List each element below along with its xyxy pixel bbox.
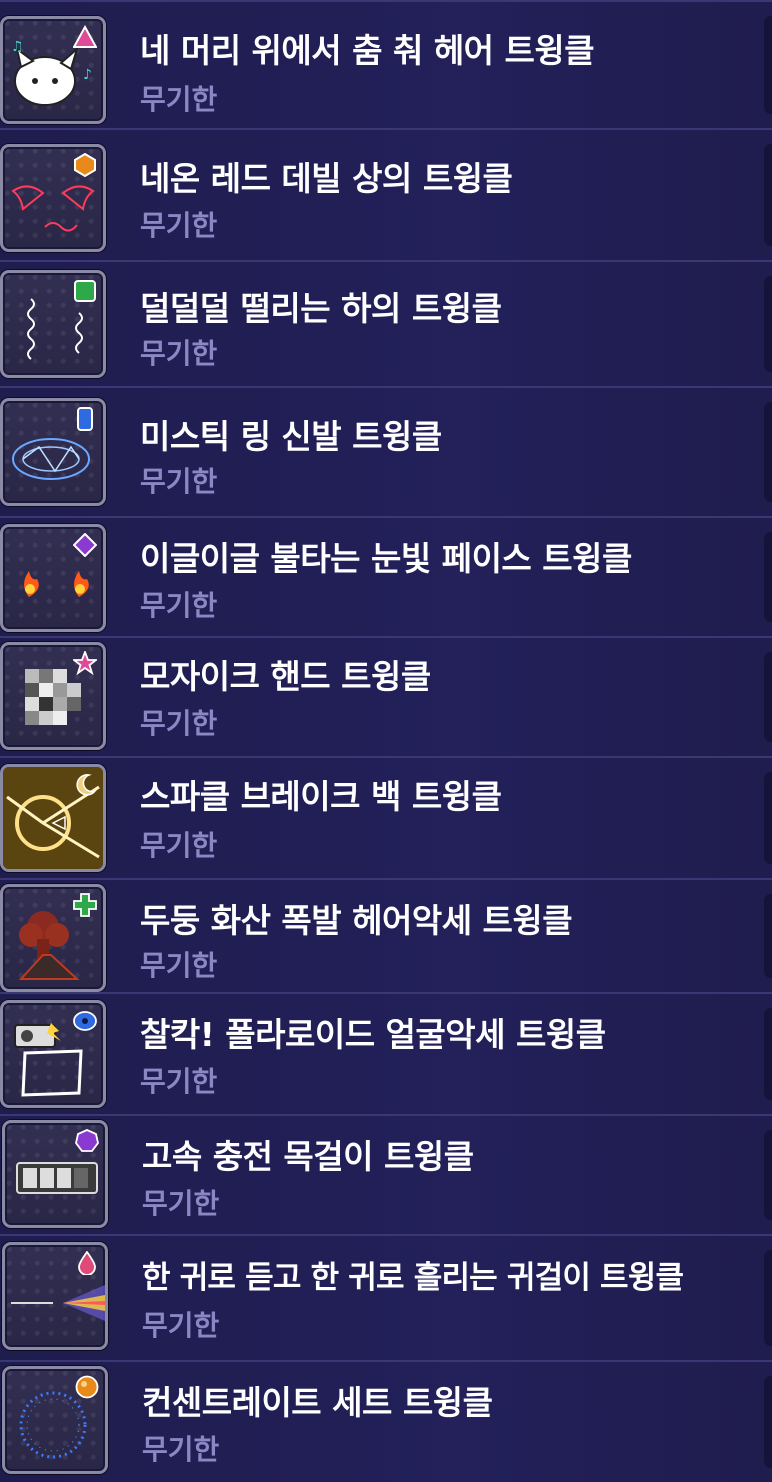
- rect-gem-icon: [77, 407, 93, 431]
- item-period: 무기한: [140, 829, 218, 862]
- list-item[interactable]: 미스틱 링 신발 트윙클 무기한: [0, 386, 772, 516]
- list-item[interactable]: 컨센트레이트 세트 트윙클 무기한: [0, 1360, 772, 1482]
- item-icon-frame: [0, 144, 106, 252]
- item-icon-frame: [0, 1000, 106, 1108]
- item-period: 무기한: [140, 707, 218, 740]
- item-icon-frame: [2, 1120, 108, 1228]
- drop-gem-icon: [78, 1251, 96, 1275]
- item-title: 네온 레드 데빌 상의 트윙클: [140, 159, 513, 198]
- list-item[interactable]: 한 귀로 듣고 한 귀로 흘리는 귀걸이 트윙클 무기한: [0, 1234, 772, 1360]
- list-item[interactable]: ♫ ♪ 네 머리 위에서 춤 춰 헤어 트윙클 무기한: [0, 0, 772, 128]
- item-period: 무기한: [140, 83, 218, 116]
- item-title: 컨센트레이트 세트 트윙클: [142, 1383, 493, 1422]
- list-item[interactable]: 덜덜덜 떨리는 하의 트윙클 무기한: [0, 260, 772, 386]
- item-title: 스파클 브레이크 백 트윙클: [140, 777, 502, 816]
- item-period: 무기한: [142, 1187, 220, 1220]
- list-item[interactable]: 모자이크 핸드 트윙클 무기한: [0, 636, 772, 756]
- item-icon-frame: [0, 884, 106, 992]
- svg-text:♪: ♪: [83, 67, 92, 83]
- item-title: 한 귀로 듣고 한 귀로 흘리는 귀걸이 트윙클: [142, 1260, 684, 1296]
- item-period: 무기한: [140, 1065, 218, 1098]
- list-item[interactable]: 찰칵! 폴라로이드 얼굴악세 트윙클 무기한: [0, 992, 772, 1114]
- item-period: 무기한: [140, 589, 218, 622]
- cross-gem-icon: [73, 893, 97, 917]
- item-title: 덜덜덜 떨리는 하의 트윙클: [140, 289, 502, 328]
- heptagon-gem-icon: [75, 1129, 99, 1152]
- item-period: 무기한: [142, 1433, 220, 1466]
- list-item[interactable]: 스파클 브레이크 백 트윙클 무기한: [0, 756, 772, 878]
- item-icon-frame: ♫ ♪: [0, 16, 106, 124]
- item-title: 모자이크 핸드 트윙클: [140, 657, 431, 696]
- item-icon-frame: [2, 1242, 108, 1350]
- svg-text:♫: ♫: [11, 39, 24, 55]
- diamond-gem-icon: [73, 533, 97, 557]
- item-title: 이글이글 불타는 눈빛 페이스 트윙클: [140, 539, 632, 578]
- hexagon-gem-icon: [74, 153, 96, 177]
- item-period: 무기한: [142, 1309, 220, 1342]
- square-gem-icon: [74, 280, 96, 302]
- item-title: 찰칵! 폴라로이드 얼굴악세 트윙클: [140, 1015, 606, 1054]
- item-title: 미스틱 링 신발 트윙클: [140, 417, 442, 456]
- item-icon-frame: [0, 524, 106, 632]
- item-icon-frame: [2, 1366, 108, 1474]
- item-period: 무기한: [140, 949, 218, 982]
- list-item[interactable]: 두둥 화산 폭발 헤어악세 트윙클 무기한: [0, 878, 772, 992]
- item-icon-frame: [0, 764, 106, 872]
- triangle-gem-icon: [73, 25, 97, 48]
- list-item[interactable]: 네온 레드 데빌 상의 트윙클 무기한: [0, 128, 772, 260]
- moon-gem-icon: [76, 774, 97, 796]
- item-icon-frame: [0, 398, 106, 506]
- item-icon-frame: [0, 642, 106, 750]
- item-title: 두둥 화산 폭발 헤어악세 트윙클: [140, 901, 573, 940]
- circle-gem-icon: [75, 1375, 99, 1399]
- item-list: ♫ ♪ 네 머리 위에서 춤 춰 헤어 트윙클 무기한 네온 레드 데빌 상의 …: [0, 0, 772, 1482]
- item-title: 네 머리 위에서 춤 춰 헤어 트윙클: [140, 31, 595, 70]
- item-icon-frame: [0, 270, 106, 378]
- list-item[interactable]: 이글이글 불타는 눈빛 페이스 트윙클 무기한: [0, 516, 772, 636]
- item-period: 무기한: [140, 465, 218, 498]
- item-period: 무기한: [140, 209, 218, 242]
- item-title: 고속 충전 목걸이 트윙클: [142, 1137, 474, 1176]
- star-gem-icon: [73, 651, 97, 675]
- list-item[interactable]: 고속 충전 목걸이 트윙클 무기한: [0, 1114, 772, 1234]
- item-period: 무기한: [140, 337, 218, 370]
- eye-gem-icon: [73, 1011, 97, 1031]
